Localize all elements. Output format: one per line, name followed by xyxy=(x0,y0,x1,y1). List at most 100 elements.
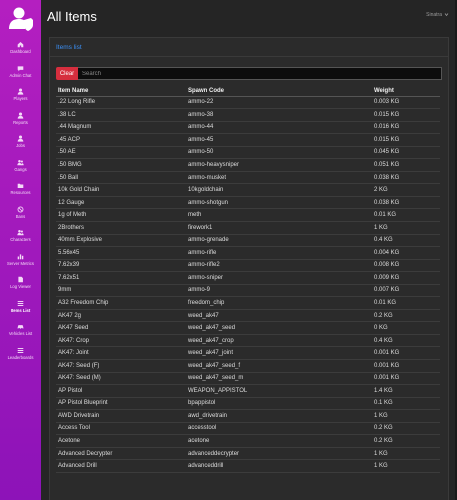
sidebar-item-characters[interactable]: Characters xyxy=(0,224,41,248)
table-row[interactable]: AK47: Seed (F) weed_ak47_seed_f 0.001 KG xyxy=(56,359,440,373)
sidebar-item-reports[interactable]: Reports xyxy=(0,107,41,131)
search-row: Clear xyxy=(56,67,442,80)
table-row[interactable]: AWD Drivetrain awd_drivetrain 1 KG xyxy=(56,409,440,423)
item-name-cell: 1g of Meth xyxy=(56,208,186,222)
sidebar-item-jobs[interactable]: Jobs xyxy=(0,130,41,154)
weight-cell: 0.01 KG xyxy=(372,208,440,222)
document-icon xyxy=(18,276,23,283)
weight-cell: 0.001 KG xyxy=(372,359,440,373)
chevron-down-icon xyxy=(444,13,449,17)
weight-cell: 1 KG xyxy=(372,221,440,235)
user-menu[interactable]: Sinatra xyxy=(426,12,449,18)
table-row[interactable]: 40mm Explosive ammo-grenade 0.4 KG xyxy=(56,234,440,248)
table-row[interactable]: AP Pistol WEAPON_APPISTOL 1.4 KG xyxy=(56,384,440,398)
clear-button[interactable]: Clear xyxy=(56,67,78,80)
table-row[interactable]: A32 Freedom Chip freedom_chip 0.01 KG xyxy=(56,296,440,310)
weight-cell: 1 KG xyxy=(372,459,440,473)
search-input[interactable] xyxy=(78,67,442,80)
spawn-code-cell: advanceddrill xyxy=(186,459,372,473)
table-row[interactable]: .50 BMG ammo-heavysniper 0.051 KG xyxy=(56,158,440,172)
table-row[interactable]: 9mm ammo-9 0.007 KG xyxy=(56,284,440,298)
spawn-code-cell: WEAPON_APPISTOL xyxy=(186,384,372,398)
item-name-cell: AWD Drivetrain xyxy=(56,409,186,423)
weight-cell: 0.003 KG xyxy=(372,96,440,110)
sidebar-item-log-viewer[interactable]: Log Viewer xyxy=(0,271,41,295)
sidebar-item-resources[interactable]: Resources xyxy=(0,177,41,201)
column-header-weight[interactable]: Weight xyxy=(372,86,440,97)
user-icon xyxy=(17,112,24,119)
table-row[interactable]: .45 ACP ammo-45 0.015 KG xyxy=(56,133,440,147)
table-row[interactable]: AK47 Seed weed_ak47_seed 0 KG xyxy=(56,321,440,335)
weight-cell: 0.038 KG xyxy=(372,196,440,210)
weight-cell: 0.015 KG xyxy=(372,133,440,147)
item-name-cell: AK47 Seed xyxy=(56,321,186,335)
sidebar-item-label: Bans xyxy=(15,213,26,219)
table-row[interactable]: AK47: Seed (M) weed_ak47_seed_m 0.001 KG xyxy=(56,372,440,386)
sidebar-item-dashboard[interactable]: Dashboard xyxy=(0,36,41,60)
list-icon xyxy=(17,300,24,306)
table-row[interactable]: .50 AE ammo-50 0.045 KG xyxy=(56,146,440,160)
table-body: .22 Long Rifle ammo-22 0.003 KG .38 LC ammo-… xyxy=(56,96,440,473)
item-name-cell: 40mm Explosive xyxy=(56,234,186,248)
home-icon xyxy=(17,42,24,48)
chat-icon xyxy=(17,66,24,72)
spawn-code-cell: meth xyxy=(186,208,372,222)
spawn-code-cell: acetone xyxy=(186,434,372,448)
spawn-code-cell: ammo-45 xyxy=(186,133,372,147)
item-name-cell: 7.62x39 xyxy=(56,259,186,273)
table-row[interactable]: .50 Ball ammo-musket 0.038 KG xyxy=(56,171,440,185)
spawn-code-cell: ammo-44 xyxy=(186,121,372,135)
spawn-code-cell: firework1 xyxy=(186,221,372,235)
spawn-code-cell: ammo-musket xyxy=(186,171,372,185)
table-row[interactable]: Acetone acetone 0.2 KG xyxy=(56,434,440,448)
table-row[interactable]: .44 Magnum ammo-44 0.016 KG xyxy=(56,121,440,135)
item-name-cell: Acetone xyxy=(56,434,186,448)
item-name-cell: AK47: Seed (F) xyxy=(56,359,186,373)
spawn-code-cell: 10kgoldchain xyxy=(186,183,372,197)
weight-cell: 0.016 KG xyxy=(372,121,440,135)
sidebar-item-server-metrics[interactable]: Server Metrics xyxy=(0,248,41,272)
weight-cell: 0.1 KG xyxy=(372,397,440,411)
main-area: All Items Sinatra Items list Clear Item … xyxy=(41,0,457,500)
sidebar-item-label: Server Metrics xyxy=(7,260,34,266)
item-name-cell: AP Pistol Blueprint xyxy=(56,397,186,411)
sidebar-item-players[interactable]: Players xyxy=(0,83,41,107)
table-row[interactable]: 5.56x45 ammo-rifle 0.004 KG xyxy=(56,246,440,260)
sidebar-item-leaderboards[interactable]: Leaderboards xyxy=(0,342,41,366)
weight-cell: 0.015 KG xyxy=(372,108,440,122)
table-row[interactable]: 12 Gauge ammo-shotgun 0.038 KG xyxy=(56,196,440,210)
table-row[interactable]: 2Brothers firework1 1 KG xyxy=(56,221,440,235)
weight-cell: 0.008 KG xyxy=(372,259,440,273)
table-row[interactable]: AK47: Crop weed_ak47_crop 0.4 KG xyxy=(56,334,440,348)
column-header-item-name[interactable]: Item Name xyxy=(56,86,186,97)
sidebar-item-gangs[interactable]: Gangs xyxy=(0,154,41,178)
table-row[interactable]: Access Tool accesstool 0.2 KG xyxy=(56,422,440,436)
table-row[interactable]: AP Pistol Blueprint bpappistol 0.1 KG xyxy=(56,397,440,411)
table-row[interactable]: 7.62x39 ammo-rifle2 0.008 KG xyxy=(56,259,440,273)
spawn-code-cell: weed_ak47_joint xyxy=(186,346,372,360)
sidebar: Dashboard Admin Chat Players Reports Jobs Gan… xyxy=(0,0,41,500)
weight-cell: 0.009 KG xyxy=(372,271,440,285)
sidebar-item-label: Dashboard xyxy=(10,49,31,55)
table-row[interactable]: 7.62x51 ammo-sniper 0.009 KG xyxy=(56,271,440,285)
user-shield-logo-icon[interactable] xyxy=(7,5,35,33)
sidebar-item-label: Jobs xyxy=(16,143,25,149)
table-row[interactable]: Advanced Decrypter advanceddecrypter 1 KG xyxy=(56,447,440,461)
table-row[interactable]: 10k Gold Chain 10kgoldchain 2 KG xyxy=(56,183,440,197)
table-row[interactable]: .22 Long Rifle ammo-22 0.003 KG xyxy=(56,96,440,110)
table-row[interactable]: AK47: Joint weed_ak47_joint 0.001 KG xyxy=(56,346,440,360)
item-name-cell: .50 AE xyxy=(56,146,186,160)
sidebar-item-bans[interactable]: Bans xyxy=(0,201,41,225)
sidebar-item-admin-chat[interactable]: Admin Chat xyxy=(0,60,41,84)
table-row[interactable]: AK47 2g weed_ak47 0.2 KG xyxy=(56,309,440,323)
table-row[interactable]: .38 LC ammo-38 0.015 KG xyxy=(56,108,440,122)
weight-cell: 0.001 KG xyxy=(372,346,440,360)
sidebar-item-vehicles-list[interactable]: Vehicles List xyxy=(0,318,41,342)
table-row[interactable]: Advanced Drill advanceddrill 1 KG xyxy=(56,459,440,473)
table-row[interactable]: 1g of Meth meth 0.01 KG xyxy=(56,208,440,222)
items-table: Item Name Spawn Code Weight .22 Long Rif… xyxy=(56,86,440,473)
spawn-code-cell: ammo-sniper xyxy=(186,271,372,285)
spawn-code-cell: ammo-heavysniper xyxy=(186,158,372,172)
sidebar-item-items-list[interactable]: Items List xyxy=(0,295,41,319)
column-header-spawn-code[interactable]: Spawn Code xyxy=(186,86,372,97)
